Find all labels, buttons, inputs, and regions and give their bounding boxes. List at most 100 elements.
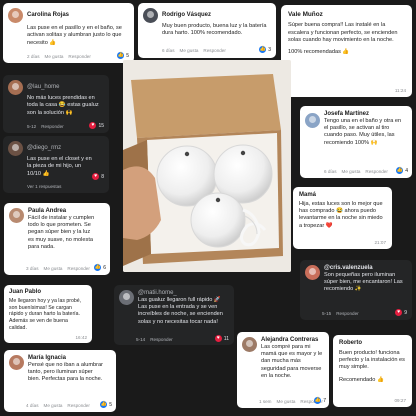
reviewer-name: Mamá <box>299 192 317 198</box>
reviewer-name: Rodrigo Vásquez <box>162 12 212 19</box>
review-time: 5-15 <box>322 311 332 316</box>
reviewer-name: Vale Muñoz <box>288 11 323 18</box>
reviewer-name: @matii.home_ <box>138 290 177 296</box>
review-card-josefa: Josefa Martínez Tengo una en el baño y o… <box>300 106 412 178</box>
like-link[interactable]: Me gusta <box>45 54 64 59</box>
review-text: Pensé que no iban a alumbrar tanto, pero… <box>28 361 103 383</box>
like-icon: 👍 <box>314 397 322 404</box>
avatar <box>9 355 24 370</box>
collage: { "colors": { "like": "#1877f2", "heart"… <box>0 0 416 416</box>
review-time: 11:24 <box>394 88 406 93</box>
like-link[interactable]: Me gusta <box>44 266 63 271</box>
review-text: Son pequeñas pero iluminan súper bien, m… <box>324 271 403 293</box>
reaction-count: 👍 3 <box>259 46 271 53</box>
reviewer-name: Juan Pablo <box>9 289 42 295</box>
reviewer-name: Carolina Rojas <box>27 12 70 19</box>
product-photo <box>123 60 291 272</box>
reply-link[interactable]: Responder <box>336 311 358 316</box>
like-link[interactable]: Me gusta <box>342 169 361 174</box>
review-time: 5-14 <box>136 337 146 342</box>
review-card-carolina: Carolina Rojas Las puse en el pasillo y … <box>3 3 134 63</box>
reply-link[interactable]: Responder <box>68 54 90 59</box>
review-text-2: 100% recomendadas 👍 <box>288 49 350 56</box>
review-card-juan: Juan Pablo Me llegaron hoy y ya las prob… <box>4 285 92 343</box>
review-text: Las gualuz llegaron full rápido 🚀 Las pu… <box>138 296 223 325</box>
avatar <box>8 141 23 156</box>
review-time: 3 días <box>26 266 39 271</box>
like-link[interactable]: Me gusta <box>180 48 199 53</box>
review-text: Buen producto! funciona perfecto y la in… <box>339 349 405 371</box>
like-link[interactable]: Me gusta <box>44 403 63 408</box>
like-icon: 👍 <box>259 46 267 53</box>
reviewer-name: María Ignacia <box>28 355 67 361</box>
review-card-rodrigo: Rodrigo Vásquez Muy buen producto, buena… <box>138 3 276 58</box>
review-card-vale: Vale Muñoz Súper buena compra!! Las inst… <box>281 5 412 97</box>
reaction-count: 👍 4 <box>396 167 408 174</box>
review-time: 09:27 <box>394 398 407 403</box>
heart-icon: ♥ <box>395 309 403 316</box>
review-time: 5-12 <box>27 124 37 129</box>
reply-link[interactable]: Responder <box>41 124 63 129</box>
reply-link[interactable]: Responder <box>67 403 89 408</box>
reaction-count: 👍 6 <box>94 264 106 271</box>
review-time: 2 días <box>27 54 40 59</box>
view-replies-link[interactable]: Ver 1 respuestas <box>27 184 61 189</box>
avatar <box>143 8 158 23</box>
reviewer-name: Josefa Martínez <box>324 111 370 117</box>
reply-link[interactable]: Responder <box>67 266 89 271</box>
like-icon: 👍 <box>100 401 108 408</box>
reaction-count: ♥ 11 <box>214 335 229 342</box>
review-time: 6 días <box>324 169 337 174</box>
review-text: Muy buen producto, buena luz y la baterí… <box>162 23 267 37</box>
review-card-matii: @matii.home_ Las gualuz llegaron full rá… <box>114 285 234 345</box>
reviewer-name: @cris.valenzuela <box>324 265 373 271</box>
review-card-diego: @diego_rmz Las puse en el closet y en la… <box>3 136 109 193</box>
review-card-maria: María Ignacia Pensé que no iban a alumbr… <box>4 350 116 412</box>
like-icon: 👍 <box>94 264 102 271</box>
reply-link[interactable]: Responder <box>203 48 225 53</box>
like-link[interactable]: Me gusta <box>277 399 296 404</box>
review-text: No más luces prendidas en toda la casa 😂… <box>27 95 99 116</box>
review-card-cris: @cris.valenzuela Son pequeñas pero ilumi… <box>300 260 412 320</box>
review-time: 21:07 <box>374 240 387 245</box>
review-card-mama: Mamá Hija, estas luces son lo mejor que … <box>293 187 392 249</box>
review-card-paula: Paula Andrea Fácil de instalar y cumplen… <box>4 203 110 275</box>
avatar <box>305 265 320 280</box>
review-time: 6 días <box>162 48 175 53</box>
avatar <box>8 8 23 23</box>
reaction-count: ♥ 8 <box>92 173 104 180</box>
review-text: Me llegaron hoy y ya las probé, son buen… <box>9 297 82 331</box>
review-text: Tengo una en el baño y otra en el pasill… <box>324 117 402 146</box>
like-icon: 👍 <box>117 52 125 59</box>
reviewer-name: Roberto <box>339 340 362 346</box>
reaction-count: ♥ 15 <box>89 122 104 129</box>
avatar <box>9 208 24 223</box>
reviewer-name: @diego_rmz <box>27 145 62 152</box>
avatar <box>305 113 320 128</box>
review-text: Las compré para mi mamá que es mayor y l… <box>261 343 323 379</box>
reviewer-name: Paula Andrea <box>28 208 67 214</box>
review-text: Las puse en el pasillo y en el baño, se … <box>27 25 122 46</box>
review-text: Fácil de instalar y cumplen todo lo que … <box>28 214 95 250</box>
reply-link[interactable]: Responder <box>150 337 172 342</box>
heart-icon: ♥ <box>214 335 222 342</box>
like-icon: 👍 <box>396 167 404 174</box>
reaction-count: 👍 7 <box>314 397 326 404</box>
reply-link[interactable]: Responder <box>365 169 387 174</box>
heart-icon: ♥ <box>92 173 100 180</box>
review-card-alejandra: Alejandra Contreras Las compré para mi m… <box>237 332 329 408</box>
review-text: Hija, estas luces son lo mejor que has c… <box>299 200 383 229</box>
reaction-count: 👍 5 <box>117 52 129 59</box>
reviewer-name: Alejandra Contreras <box>261 337 319 343</box>
reviewer-name: @lau_home <box>27 84 60 91</box>
reaction-count: 👍 5 <box>100 401 112 408</box>
review-time: 1 sem <box>259 399 272 404</box>
avatar <box>119 290 134 305</box>
avatar <box>242 337 257 352</box>
review-text: Súper buena compra!! Las instalé en la e… <box>288 22 398 43</box>
reaction-count: ♥ 9 <box>395 309 407 316</box>
review-text-2: Recomendado 👍 <box>339 376 384 383</box>
review-card-roberto: Roberto Buen producto! funciona perfecto… <box>333 335 412 407</box>
review-time: 4 días <box>26 403 39 408</box>
product-box-image <box>123 60 291 272</box>
